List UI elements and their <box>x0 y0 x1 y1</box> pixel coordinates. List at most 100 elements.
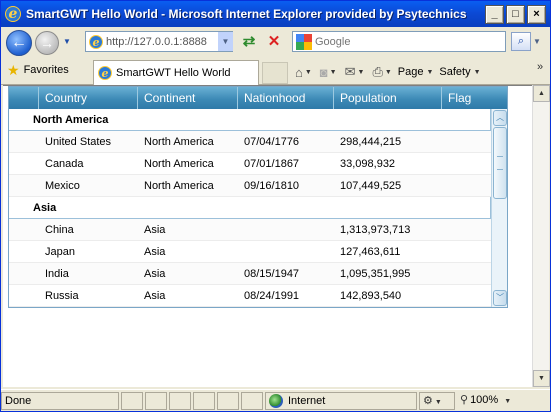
country-grid: Country Continent Nationhood Population … <box>8 86 508 308</box>
table-row[interactable]: India Asia 08/15/1947 1,095,351,995 <box>9 263 491 285</box>
population-cell: 107,449,525 <box>340 180 402 192</box>
population-cell: 1,313,973,713 <box>340 224 411 236</box>
nationhood-cell: 07/01/1867 <box>244 158 300 170</box>
page-menu[interactable]: Page <box>398 66 424 78</box>
search-options-dropdown-icon[interactable]: ▼ <box>533 37 541 46</box>
country-cell: Japan <box>45 246 75 258</box>
nationhood-cell: 08/24/1991 <box>244 290 300 302</box>
zoom-level: 100% <box>470 393 499 406</box>
zoom-button[interactable]: ⚲ 100% ▼ <box>457 392 535 410</box>
back-button[interactable]: ← <box>6 30 32 56</box>
table-row[interactable]: China Asia 1,313,973,713 <box>9 219 491 241</box>
page-icon: e <box>89 34 103 49</box>
header-continent[interactable]: Continent <box>138 87 238 109</box>
country-cell: India <box>45 268 69 280</box>
page-viewport: Country Continent Nationhood Population … <box>3 85 532 387</box>
table-row[interactable]: Japan Asia 127,463,611 <box>9 241 491 263</box>
continent-cell: Asia <box>144 290 166 302</box>
tab-page-icon: e <box>98 66 112 80</box>
country-cell: Canada <box>45 158 84 170</box>
grid-scroll-up-icon[interactable]: ︿ <box>493 110 507 126</box>
shield-icon: ⚙ <box>423 394 433 407</box>
home-icon[interactable]: ⌂ <box>295 65 303 80</box>
continent-cell: Asia <box>144 224 166 236</box>
zone-label: Internet <box>288 394 326 407</box>
population-cell: 1,095,351,995 <box>340 268 411 280</box>
browser-window: e SmartGWT Hello World - Microsoft Inter… <box>0 0 551 412</box>
address-input[interactable] <box>106 35 216 48</box>
table-row[interactable]: Russia Asia 08/24/1991 142,893,540 <box>9 285 491 307</box>
safety-dropdown-icon[interactable]: ▼ <box>474 69 481 76</box>
status-bar: Done Internet ⚙ ▼ ⚲ 100% ▼ <box>1 389 550 411</box>
nationhood-cell: 08/15/1947 <box>244 268 300 280</box>
print-icon[interactable]: ⎙ <box>372 64 382 80</box>
safety-menu[interactable]: Safety <box>439 66 470 78</box>
nationhood-cell <box>238 241 334 262</box>
search-go-button[interactable]: ⌕ <box>511 32 531 51</box>
globe-icon <box>269 393 283 408</box>
header-flag[interactable]: Flag <box>442 87 491 109</box>
recent-pages-dropdown-icon[interactable]: ▼ <box>63 37 71 46</box>
favorites-button[interactable]: ★ Favorites <box>7 63 69 77</box>
home-dropdown-icon[interactable]: ▼ <box>305 69 312 76</box>
more-commands-button[interactable]: » <box>537 61 543 73</box>
table-row[interactable]: Canada North America 07/01/1867 33,098,9… <box>9 153 491 175</box>
tab-row: ★ Favorites e SmartGWT Hello World ⌂ ▼ ◙… <box>1 57 550 85</box>
group-row-north-america[interactable]: North America <box>9 109 491 131</box>
table-row[interactable]: United States North America 07/04/1776 2… <box>9 131 491 153</box>
country-cell: Mexico <box>45 180 80 192</box>
page-scrollbar[interactable]: ▲ ▼ <box>532 85 550 387</box>
address-bar[interactable]: e <box>85 31 233 52</box>
grid-scroll-thumb[interactable] <box>493 127 507 199</box>
header-country[interactable]: Country <box>39 87 138 109</box>
group-row-asia[interactable]: Asia <box>9 197 491 219</box>
refresh-button[interactable]: ⇄ <box>239 32 259 52</box>
print-dropdown-icon[interactable]: ▼ <box>385 69 392 76</box>
population-cell: 33,098,932 <box>340 158 396 170</box>
address-toolbar: ← → ▼ e ▼ ⇄ ✕ ⌕ ▼ <box>1 27 550 57</box>
continent-cell: Asia <box>144 246 166 258</box>
maximize-button[interactable]: □ <box>506 4 525 24</box>
nationhood-cell: 09/16/1810 <box>244 180 300 192</box>
new-tab-button[interactable] <box>262 62 288 84</box>
ie-logo-icon: e <box>5 6 21 22</box>
zoom-icon: ⚲ <box>460 393 469 406</box>
continent-cell: North America <box>144 158 214 170</box>
population-cell: 298,444,215 <box>340 136 402 148</box>
page-scroll-up-icon[interactable]: ▲ <box>533 85 550 102</box>
close-button[interactable]: × <box>527 4 546 24</box>
stop-button[interactable]: ✕ <box>264 32 284 52</box>
search-input[interactable] <box>315 35 495 48</box>
address-dropdown-icon[interactable]: ▼ <box>217 32 233 51</box>
mail-icon[interactable]: ✉ <box>345 64 356 80</box>
country-cell: United States <box>45 136 112 148</box>
rss-dropdown-icon[interactable]: ▼ <box>330 69 337 76</box>
favorites-label: Favorites <box>23 64 69 76</box>
security-zone[interactable]: Internet <box>265 391 417 410</box>
header-group-toggle[interactable] <box>9 87 39 109</box>
nationhood-cell: 07/04/1776 <box>244 136 300 148</box>
rss-icon[interactable]: ◙ <box>320 65 328 80</box>
continent-cell: North America <box>144 136 214 148</box>
title-bar[interactable]: e SmartGWT Hello World - Microsoft Inter… <box>1 1 550 27</box>
country-cell: Russia <box>45 290 79 302</box>
page-scroll-down-icon[interactable]: ▼ <box>533 370 550 387</box>
google-icon <box>296 33 312 50</box>
country-cell: China <box>45 224 74 236</box>
header-population[interactable]: Population <box>334 87 442 109</box>
header-nationhood[interactable]: Nationhood <box>238 87 334 109</box>
forward-button[interactable]: → <box>35 31 59 55</box>
tab-active[interactable]: e SmartGWT Hello World <box>93 60 259 85</box>
table-row[interactable]: Mexico North America 09/16/1810 107,449,… <box>9 175 491 197</box>
grid-scrollbar[interactable]: ︿ ﹀ <box>491 109 507 307</box>
search-box[interactable] <box>292 31 506 52</box>
nationhood-cell <box>238 219 334 240</box>
grid-scroll-down-icon[interactable]: ﹀ <box>493 290 507 306</box>
favorites-star-icon: ★ <box>7 62 20 78</box>
grid-header: Country Continent Nationhood Population … <box>9 87 507 109</box>
page-dropdown-icon[interactable]: ▼ <box>426 69 433 76</box>
window-title: SmartGWT Hello World - Microsoft Interne… <box>26 7 467 21</box>
minimize-button[interactable]: _ <box>485 4 504 24</box>
mail-dropdown-icon[interactable]: ▼ <box>358 69 365 76</box>
protected-mode-button[interactable]: ⚙ ▼ <box>419 391 455 410</box>
